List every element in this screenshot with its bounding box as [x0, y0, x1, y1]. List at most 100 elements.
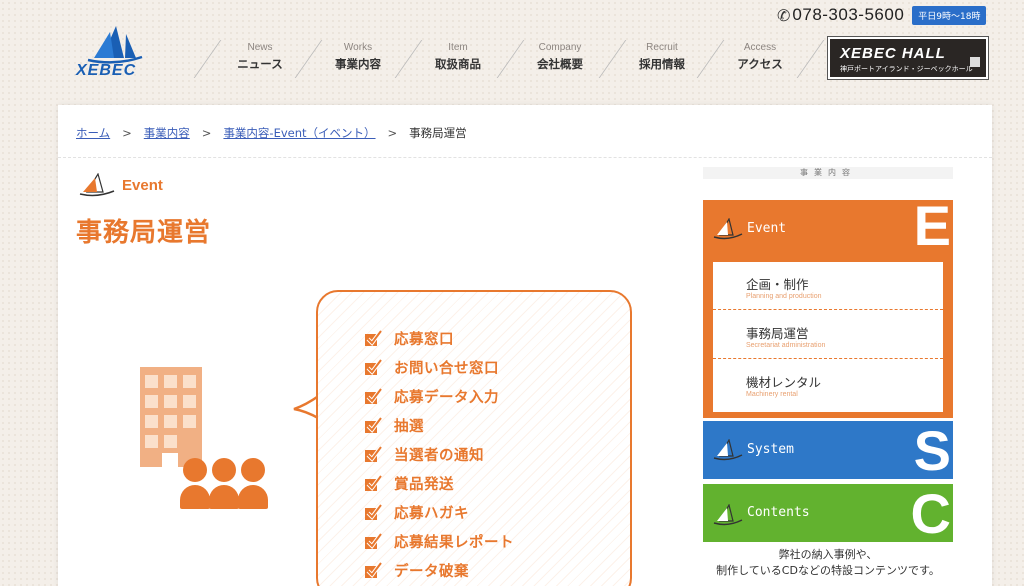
nav-item-item[interactable]: Item 取扱商品 [408, 40, 508, 76]
contents-letter: C [910, 484, 951, 542]
page-title: 事務局運営 [76, 218, 212, 248]
site-header: XEBEC ✆ 078-303-5600 平日9時～18時 News ニュース … [0, 0, 1024, 105]
phone-icon: ✆ [777, 5, 791, 25]
breadcrumb-event[interactable]: 事業内容-Event（イベント） [223, 125, 375, 141]
sailboat-icon [713, 218, 743, 240]
breadcrumb-separator: > [387, 126, 398, 140]
nav-en-label: Access [743, 42, 777, 53]
system-letter: S [913, 421, 951, 479]
event-submenu: 企画・制作 Planning and production 事務局運営 Secr… [713, 262, 943, 412]
list-item: 当選者の通知 [364, 440, 514, 469]
xebec-hall-banner[interactable]: XEBEC HALL 神戸ポートアイランド・ジーベックホール [827, 36, 989, 80]
sidebar-heading: 事業内容 [703, 167, 953, 179]
submenu-en-label: Secretariat administration [746, 342, 826, 349]
list-item-text: 応募窓口 [394, 332, 454, 348]
person-icon [238, 458, 268, 509]
person-icon [180, 458, 210, 509]
list-item-text: 当選者の通知 [394, 448, 484, 464]
check-icon [365, 358, 382, 375]
check-icon [365, 561, 382, 578]
list-item-text: 応募データ入力 [394, 390, 499, 406]
list-item: 応募データ入力 [364, 382, 514, 411]
hours-badge: 平日9時～18時 [912, 5, 987, 25]
nav-item-works[interactable]: Works 事業内容 [308, 40, 408, 76]
phone-number: 078-303-5600 [792, 5, 905, 24]
breadcrumb-separator: > [201, 126, 212, 140]
submenu-item-rental[interactable]: 機材レンタル Machinery rental [713, 360, 943, 408]
breadcrumb-home[interactable]: ホーム [76, 125, 110, 141]
submenu-jp-label: 機材レンタル [746, 375, 822, 390]
breadcrumb-current: 事務局運営 [409, 126, 467, 140]
submenu-item-secretariat[interactable]: 事務局運営 Secretariat administration [713, 311, 943, 359]
breadcrumb-divider [58, 157, 992, 158]
sidebar-contents-block[interactable]: C Contents [703, 484, 953, 542]
list-item: 応募結果レポート [364, 527, 514, 556]
list-item: 応募窓口 [364, 324, 514, 353]
nav-jp-label: ニュース [237, 57, 283, 71]
submenu-item-planning[interactable]: 企画・制作 Planning and production [713, 262, 943, 310]
phone-contact: ✆ 078-303-5600 平日9時～18時 [777, 5, 987, 25]
sailboat-icon [713, 504, 743, 526]
sidebar-contents-label: Contents [747, 505, 810, 520]
breadcrumb-works[interactable]: 事業内容 [144, 125, 190, 141]
sidebar-event-block[interactable]: E Event 企画・制作 Planning and production 事務… [703, 200, 953, 418]
nav-jp-label: 採用情報 [639, 57, 685, 71]
sidebar-system-label: System [747, 442, 794, 457]
nav-en-label: Item [448, 42, 468, 53]
list-item: 抽選 [364, 411, 514, 440]
nav-item-recruit[interactable]: Recruit 採用情報 [612, 40, 712, 76]
logo-text: XEBEC [76, 62, 137, 79]
submenu-jp-label: 事務局運営 [746, 326, 809, 341]
check-icon [365, 474, 382, 491]
list-item-text: 応募結果レポート [394, 535, 514, 551]
nav-en-label: News [247, 42, 273, 53]
check-icon [365, 329, 382, 346]
hall-arrow-icon [970, 57, 980, 67]
check-icon [365, 532, 382, 549]
submenu-en-label: Planning and production [746, 293, 822, 300]
contents-description: 弊社の納入事例や、 制作しているCDなどの特設コンテンツです。 [703, 547, 953, 579]
check-icon [365, 445, 382, 462]
main-panel: ホーム > 事業内容 > 事業内容-Event（イベント） > 事務局運営 Ev… [58, 105, 992, 586]
list-item-text: お問い合せ窓口 [394, 361, 499, 377]
list-item: データ破棄 [364, 556, 514, 585]
submenu-jp-label: 企画・制作 [746, 277, 809, 292]
category-label: Event [122, 176, 163, 194]
list-item: 応募ハガキ [364, 498, 514, 527]
sailboat-icon [713, 439, 743, 461]
nav-en-label: Company [538, 42, 582, 53]
desc-line: 制作しているCDなどの特設コンテンツです。 [716, 564, 940, 577]
nav-jp-label: 取扱商品 [435, 57, 481, 71]
list-item-text: 応募ハガキ [394, 506, 469, 522]
nav-en-label: Works [343, 42, 373, 53]
list-item: お問い合せ窓口 [364, 353, 514, 382]
nav-jp-label: アクセス [737, 57, 783, 71]
event-letter: E [913, 200, 951, 257]
list-item-text: 賞品発送 [394, 477, 454, 493]
sidebar-system-block[interactable]: S System [703, 421, 953, 479]
hall-subtitle: 神戸ポートアイランド・ジーベックホール [840, 65, 973, 73]
list-item-text: 抽選 [394, 419, 424, 435]
nav-item-access[interactable]: Access アクセス [710, 40, 810, 76]
check-icon [365, 416, 382, 433]
category-heading: Event [78, 173, 163, 197]
office-building-icon [140, 367, 202, 467]
nav-en-label: Recruit [646, 42, 678, 53]
sailboat-icon [79, 173, 115, 197]
submenu-en-label: Machinery rental [746, 391, 798, 398]
check-icon [365, 503, 382, 520]
desc-line: 弊社の納入事例や、 [778, 548, 878, 561]
nav-item-company[interactable]: Company 会社概要 [510, 40, 610, 76]
service-checklist-bubble: 応募窓口 お問い合せ窓口 応募データ入力 抽選 当選者の通知 賞品発送 応募ハガ… [316, 290, 632, 586]
xebec-logo[interactable]: XEBEC [72, 24, 152, 84]
nav-item-news[interactable]: News ニュース [210, 40, 310, 76]
sidebar-event-label: Event [747, 221, 787, 236]
service-checklist: 応募窓口 お問い合せ窓口 応募データ入力 抽選 当選者の通知 賞品発送 応募ハガ… [364, 324, 514, 585]
breadcrumb-separator: > [122, 126, 132, 140]
nav-jp-label: 事業内容 [335, 57, 381, 71]
breadcrumb: ホーム > 事業内容 > 事業内容-Event（イベント） > 事務局運営 [76, 125, 467, 141]
list-item-text: データ破棄 [394, 564, 469, 580]
person-icon [209, 458, 239, 509]
hall-title: XEBEC HALL [840, 45, 946, 62]
check-icon [365, 387, 382, 404]
